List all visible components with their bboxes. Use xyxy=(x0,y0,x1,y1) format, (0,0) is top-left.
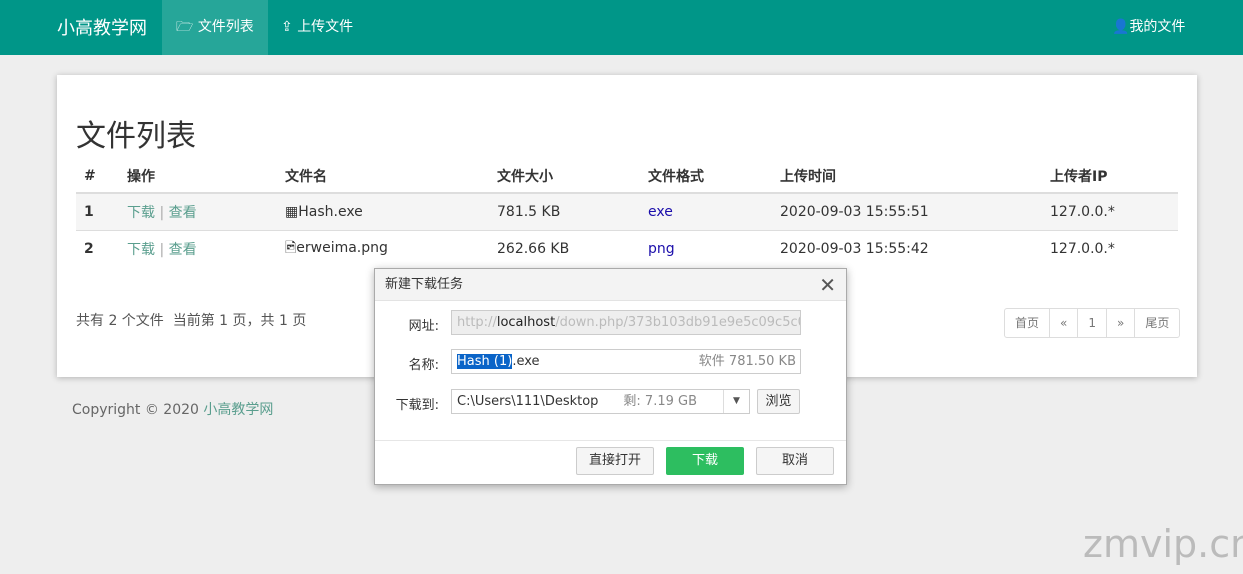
download-dialog: 新建下载任务 ✕ 网址: http://localhost/down.php/3… xyxy=(374,268,847,485)
free-space: 剩: 7.19 GB xyxy=(623,394,697,409)
download-link[interactable]: 下载 xyxy=(127,205,155,221)
page-title: 文件列表 xyxy=(76,119,196,154)
footer-link[interactable]: 小高教学网 xyxy=(203,402,273,418)
navbar: 小高教学网 🗁 文件列表 ⇪ 上传文件 👤我的文件 xyxy=(0,0,1243,55)
windows-icon: ▦ xyxy=(285,203,299,220)
url-field[interactable]: http://localhost/down.php/373b103db91e9e… xyxy=(451,310,801,335)
pagination: 首页 « 1 » 尾页 xyxy=(1004,308,1181,338)
uploader-ip: 127.0.0.* xyxy=(1042,229,1178,267)
dest-select[interactable]: C:\Users\111\Desktop 剩: 7.19 GB ▼ xyxy=(451,389,750,414)
file-table: # 操作 文件名 文件大小 文件格式 上传时间 上传者IP 1 下载 | 查看 … xyxy=(76,159,1178,267)
separator: | xyxy=(159,241,165,258)
user-icon: 👤 xyxy=(1112,19,1130,35)
page-1[interactable]: 1 xyxy=(1078,309,1107,337)
separator: | xyxy=(159,204,165,221)
chevron-down-icon[interactable]: ▼ xyxy=(723,390,749,413)
uploader-ip: 127.0.0.* xyxy=(1042,192,1178,230)
browse-button[interactable]: 浏览 xyxy=(757,389,800,414)
url-host: localhost xyxy=(496,315,556,330)
cancel-button[interactable]: 取消 xyxy=(756,447,834,475)
name-selected: Hash (1) xyxy=(457,354,513,369)
open-directly-button[interactable]: 直接打开 xyxy=(576,447,654,475)
last-page[interactable]: 尾页 xyxy=(1135,309,1179,337)
url-rest: /down.php/373b103db91e9e5c09c5c0a133c xyxy=(555,315,800,330)
col-header: 文件格式 xyxy=(640,159,772,194)
folder-open-icon: 🗁 xyxy=(176,19,198,35)
view-link[interactable]: 查看 xyxy=(169,205,197,221)
brand[interactable]: 小高教学网 xyxy=(57,14,147,40)
col-header: 上传者IP xyxy=(1042,159,1178,194)
file-name: Hash.exe xyxy=(298,203,363,220)
first-page[interactable]: 首页 xyxy=(1005,309,1051,337)
copyright-text: Copyright © 2020 xyxy=(72,402,204,418)
watermark: zmvip.cn xyxy=(1083,522,1243,566)
file-name: erweima.png xyxy=(296,239,388,256)
name-label: 名称: xyxy=(408,358,439,373)
file-format: png xyxy=(640,229,772,267)
col-header: 上传时间 xyxy=(772,159,1042,194)
view-link[interactable]: 查看 xyxy=(169,242,197,258)
tab-upload[interactable]: ⇪ 上传文件 xyxy=(267,0,367,55)
file-size: 781.5 KB xyxy=(489,192,640,230)
footer: Copyright © 2020 小高教学网 xyxy=(72,399,273,419)
my-files-link[interactable]: 👤我的文件 xyxy=(1098,0,1199,55)
file-info: 软件 781.50 KB xyxy=(698,354,796,369)
url-label: 网址: xyxy=(408,319,439,334)
col-header: # xyxy=(76,159,119,194)
dest-path: C:\Users\111\Desktop xyxy=(457,394,599,409)
page-summary: 共有 2 个文件 当前第 1 页，共 1 页 xyxy=(76,313,307,329)
upload-time: 2020-09-03 15:55:42 xyxy=(772,229,1042,267)
image-file-icon: 🖻 xyxy=(285,239,297,256)
row-number: 1 xyxy=(76,192,119,230)
table-row: 2 下载 | 查看 🖻erweima.png 262.66 KB png 202… xyxy=(76,229,1178,267)
row-number: 2 xyxy=(76,229,119,267)
file-size: 262.66 KB xyxy=(489,229,640,267)
dest-label: 下载到: xyxy=(395,398,439,413)
table-row: 1 下载 | 查看 ▦Hash.exe 781.5 KB exe 2020-09… xyxy=(76,192,1178,230)
upload-time: 2020-09-03 15:55:51 xyxy=(772,192,1042,230)
dialog-title: 新建下载任务 xyxy=(375,269,846,301)
name-ext: .exe xyxy=(512,354,540,369)
download-button[interactable]: 下载 xyxy=(666,447,744,475)
col-header: 文件大小 xyxy=(489,159,640,194)
prev-page[interactable]: « xyxy=(1050,309,1079,337)
file-format: exe xyxy=(640,192,772,230)
tab-file-list[interactable]: 🗁 文件列表 xyxy=(162,0,268,55)
url-prefix: http:// xyxy=(457,315,497,330)
col-header: 文件名 xyxy=(277,159,489,194)
next-page[interactable]: » xyxy=(1107,309,1136,337)
name-field[interactable]: Hash (1).exe 软件 781.50 KB xyxy=(451,349,801,374)
col-header: 操作 xyxy=(119,159,277,194)
download-link[interactable]: 下载 xyxy=(127,242,155,258)
close-icon[interactable]: ✕ xyxy=(819,273,836,297)
dialog-divider xyxy=(375,440,846,441)
upload-icon: ⇪ xyxy=(281,19,298,35)
